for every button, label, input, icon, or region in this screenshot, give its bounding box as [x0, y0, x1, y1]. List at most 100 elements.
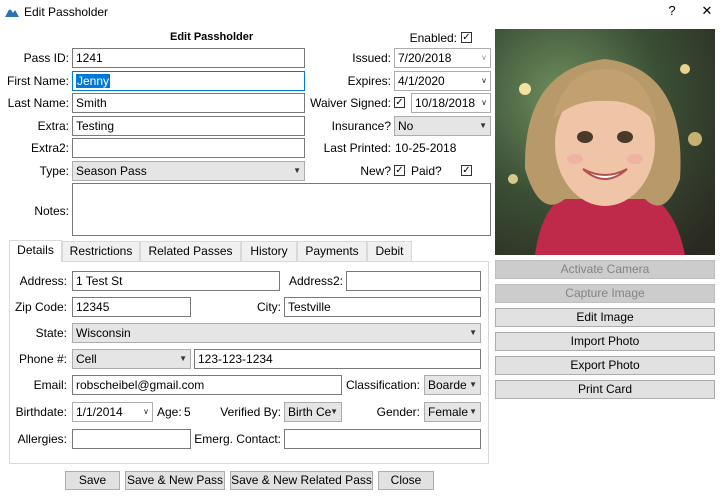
- classification-value: Boarde: [428, 378, 467, 392]
- chevron-down-icon: ▼: [330, 407, 338, 416]
- verified-value: Birth Ce: [288, 405, 332, 419]
- state-label: State:: [35, 326, 67, 340]
- app-icon: [5, 8, 19, 17]
- phone-type-dropdown[interactable]: Cell ▼: [72, 349, 191, 369]
- type-label: Type:: [39, 164, 69, 178]
- type-value: Season Pass: [76, 164, 147, 178]
- verified-label: Verified By:: [220, 405, 281, 419]
- title-bar: [0, 0, 723, 24]
- age-label: Age:: [157, 405, 182, 419]
- insurance-value: No: [398, 119, 414, 133]
- activate-camera-button[interactable]: Activate Camera: [495, 260, 715, 279]
- extra2-label: Extra2:: [30, 141, 69, 155]
- gender-label: Gender:: [376, 405, 420, 419]
- save-new-related-pass-button[interactable]: Save & New Related Pass: [230, 471, 373, 490]
- phone-type-value: Cell: [76, 352, 97, 366]
- zip-field[interactable]: 12345: [72, 297, 191, 317]
- issued-label: Issued:: [352, 51, 391, 65]
- first-name-value: Jenny: [76, 74, 111, 88]
- first-name-field[interactable]: Jenny: [72, 71, 305, 91]
- save-new-pass-button[interactable]: Save & New Pass: [125, 471, 225, 490]
- city-field[interactable]: Testville: [284, 297, 481, 317]
- print-card-button[interactable]: Print Card: [495, 380, 715, 399]
- tab-history[interactable]: History: [241, 241, 297, 261]
- chevron-down-icon: ∨: [481, 76, 487, 85]
- pass-id-label: Pass ID:: [23, 51, 69, 65]
- age-value: 5: [184, 405, 191, 419]
- expires-value: 4/1/2020: [398, 74, 445, 88]
- passholder-photo: [495, 29, 715, 255]
- paid-checkbox[interactable]: ✓: [461, 165, 472, 176]
- notes-label: Notes:: [34, 204, 69, 218]
- last-name-label: Last Name:: [7, 96, 69, 110]
- help-icon[interactable]: ?: [663, 3, 681, 19]
- new-checkbox[interactable]: ✓: [394, 165, 405, 176]
- tab-restrictions[interactable]: Restrictions: [62, 241, 140, 261]
- gender-value: Female: [428, 405, 469, 419]
- gender-dropdown[interactable]: Female ▼: [424, 402, 481, 422]
- chevron-down-icon: ▼: [293, 166, 301, 175]
- form-heading: Edit Passholder: [170, 31, 254, 43]
- zip-label: Zip Code:: [14, 300, 67, 314]
- close-icon[interactable]: ✕: [698, 3, 716, 19]
- type-dropdown[interactable]: Season Pass ▼: [72, 161, 305, 181]
- emerg-contact-label: Emerg. Contact:: [194, 432, 281, 446]
- insurance-label: Insurance?: [331, 119, 391, 133]
- waiver-date-value: 10/18/2018: [415, 96, 476, 110]
- phone-field[interactable]: 123-123-1234: [194, 349, 481, 369]
- notes-field[interactable]: [72, 183, 491, 236]
- extra-label: Extra:: [37, 119, 69, 133]
- email-field[interactable]: robscheibel@gmail.com: [72, 375, 342, 395]
- import-photo-button[interactable]: Import Photo: [495, 332, 715, 351]
- first-name-label: First Name:: [6, 74, 69, 88]
- address2-field[interactable]: [346, 271, 481, 291]
- tab-related-passes[interactable]: Related Passes: [140, 241, 241, 261]
- allergies-label: Allergies:: [17, 432, 67, 446]
- capture-image-button[interactable]: Capture Image: [495, 284, 715, 303]
- last-name-field[interactable]: Smith: [72, 93, 305, 113]
- insurance-dropdown[interactable]: No ▼: [394, 116, 491, 136]
- verified-dropdown[interactable]: Birth Ce ▼: [284, 402, 342, 422]
- chevron-down-icon: ∨: [143, 407, 149, 416]
- chevron-down-icon: ∨: [481, 98, 487, 107]
- chevron-down-icon: ▼: [479, 121, 487, 130]
- birthdate-picker[interactable]: 1/1/2014 ∨: [72, 402, 153, 422]
- chevron-down-icon: ▼: [179, 354, 187, 363]
- paid-label: Paid?: [411, 164, 442, 178]
- city-label: City:: [257, 300, 281, 314]
- export-photo-button[interactable]: Export Photo: [495, 356, 715, 375]
- edit-image-button[interactable]: Edit Image: [495, 308, 715, 327]
- expires-label: Expires:: [347, 74, 391, 88]
- address2-label: Address2:: [288, 274, 343, 288]
- birthdate-value: 1/1/2014: [76, 405, 123, 419]
- extra2-field[interactable]: [72, 138, 305, 158]
- classification-label: Classification:: [345, 378, 420, 392]
- tab-debit[interactable]: Debit: [367, 241, 412, 261]
- close-button[interactable]: Close: [378, 471, 434, 490]
- address-label: Address:: [19, 274, 67, 288]
- emerg-contact-field[interactable]: [284, 429, 481, 449]
- state-dropdown[interactable]: Wisconsin ▼: [72, 323, 481, 343]
- address-field[interactable]: 1 Test St: [72, 271, 280, 291]
- issued-date-picker[interactable]: 7/20/2018 ∨: [394, 48, 491, 68]
- expires-date-picker[interactable]: 4/1/2020 ∨: [394, 71, 491, 91]
- state-value: Wisconsin: [76, 326, 131, 340]
- save-button[interactable]: Save: [65, 471, 120, 490]
- extra-field[interactable]: Testing: [72, 116, 305, 136]
- chevron-down-icon: ▼: [469, 407, 477, 416]
- chevron-down-icon: ▼: [469, 380, 477, 389]
- email-label: Email:: [33, 378, 67, 392]
- pass-id-field[interactable]: 1241: [72, 48, 305, 68]
- waiver-date-picker[interactable]: 10/18/2018 ∨: [411, 93, 491, 113]
- enabled-checkbox[interactable]: ✓: [461, 32, 472, 43]
- new-label: New?: [360, 164, 391, 178]
- allergies-field[interactable]: [72, 429, 191, 449]
- last-printed-value: 10-25-2018: [395, 141, 457, 155]
- classification-dropdown[interactable]: Boarde ▼: [424, 375, 481, 395]
- waiver-label: Waiver Signed:: [310, 96, 391, 110]
- issued-value: 7/20/2018: [398, 51, 452, 65]
- chevron-down-icon: ∨: [481, 53, 487, 62]
- tab-payments[interactable]: Payments: [297, 241, 367, 261]
- tab-details[interactable]: Details: [9, 240, 62, 262]
- waiver-checkbox[interactable]: ✓: [394, 97, 405, 108]
